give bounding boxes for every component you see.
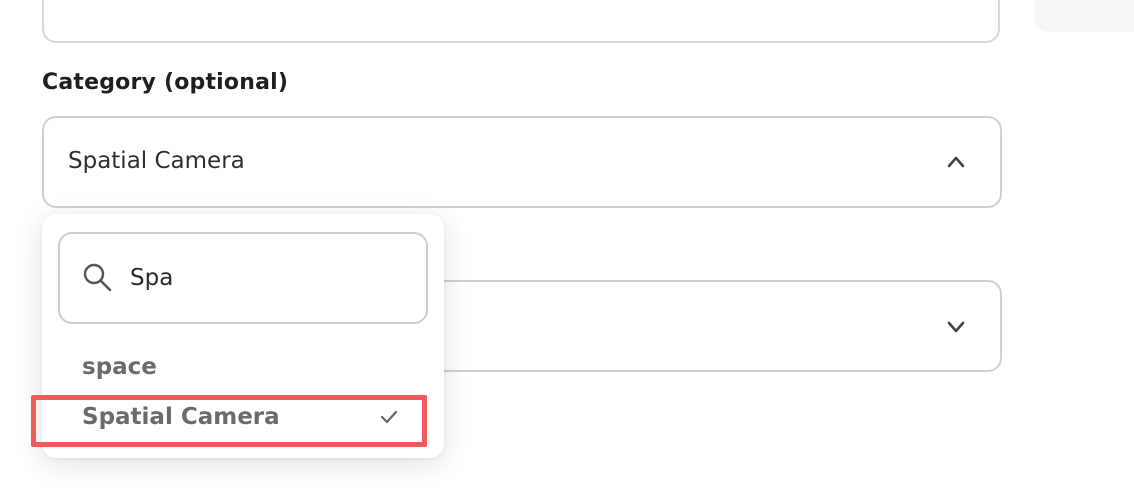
dropdown-option-spatial-camera[interactable]: Spatial Camera [82,404,280,430]
category-dropdown: space Spatial Camera [42,214,444,458]
check-icon [380,410,398,424]
dropdown-search-field[interactable] [58,232,428,324]
category-select[interactable]: Spatial Camera [42,116,1002,208]
chevron-up-icon [947,156,965,168]
search-icon [83,263,112,292]
chevron-down-icon [947,321,965,333]
previous-field[interactable] [42,0,1000,43]
dropdown-search-input[interactable] [130,258,400,298]
category-label: Category (optional) [42,70,289,95]
side-panel [1034,0,1134,32]
dropdown-option-space[interactable]: space [82,354,157,380]
category-selected-value: Spatial Camera [68,148,245,174]
